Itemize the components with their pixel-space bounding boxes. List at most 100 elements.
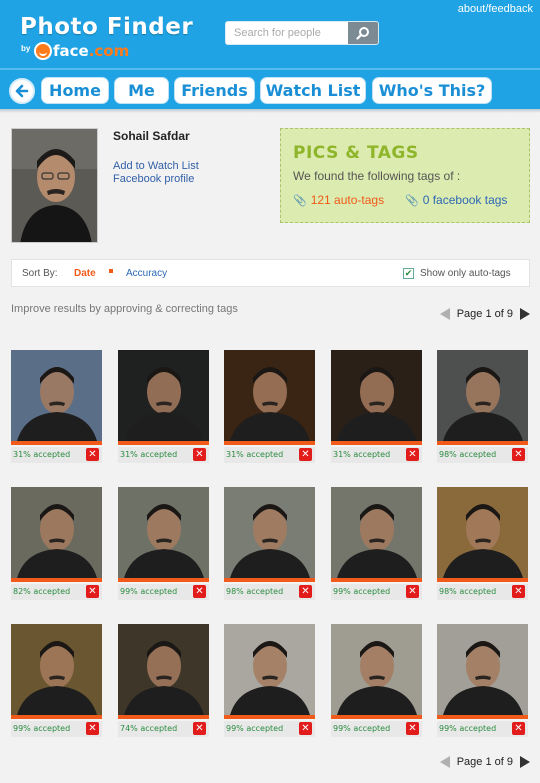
tag-bar — [224, 715, 315, 719]
tag-status: 99% accepted ✕ — [11, 721, 102, 737]
photo-tile[interactable]: 31% accepted ✕ — [224, 350, 315, 465]
nav-whos-this[interactable]: Who's This? — [372, 77, 492, 104]
tagged-photo[interactable] — [118, 624, 209, 715]
photo-tile[interactable]: 99% accepted ✕ — [11, 624, 102, 739]
back-button[interactable] — [9, 78, 35, 104]
tag-bar — [11, 578, 102, 582]
tag-bar — [11, 441, 102, 445]
photo-tile[interactable]: 99% accepted ✕ — [437, 624, 528, 739]
tag-bar — [11, 715, 102, 719]
sort-date-option[interactable]: Date — [74, 268, 96, 279]
tag-bar — [437, 578, 528, 582]
photo-tile[interactable]: 98% accepted ✕ — [437, 350, 528, 465]
reject-tag-button[interactable]: ✕ — [299, 722, 312, 735]
nav-friends[interactable]: Friends — [174, 77, 255, 104]
profile-avatar — [11, 128, 98, 243]
tagged-photo[interactable] — [118, 487, 209, 578]
auto-tags-link[interactable]: 📎 121 auto-tags — [293, 193, 384, 207]
reject-tag-button[interactable]: ✕ — [193, 585, 206, 598]
tag-bar — [331, 578, 422, 582]
photo-tile[interactable]: 31% accepted ✕ — [11, 350, 102, 465]
tag-bar — [118, 578, 209, 582]
next-page-icon[interactable] — [520, 756, 530, 768]
nav-home[interactable]: Home — [41, 77, 109, 104]
tag-bar — [437, 715, 528, 719]
prev-page-icon[interactable] — [439, 756, 450, 768]
add-to-watch-list-link[interactable]: Add to Watch List — [113, 160, 199, 172]
tagged-photo[interactable] — [11, 350, 102, 441]
tagged-photo[interactable] — [331, 624, 422, 715]
app-title: Photo Finder — [20, 14, 194, 40]
tagged-photo[interactable] — [11, 487, 102, 578]
tag-status: 99% accepted ✕ — [437, 721, 528, 737]
tag-status: 98% accepted ✕ — [224, 584, 315, 600]
reject-tag-button[interactable]: ✕ — [512, 722, 525, 735]
brand-name: face — [53, 41, 89, 60]
tag-status: 31% accepted ✕ — [118, 447, 209, 463]
reject-tag-button[interactable]: ✕ — [299, 585, 312, 598]
tag-bar — [224, 441, 315, 445]
reject-tag-button[interactable]: ✕ — [406, 722, 419, 735]
reject-tag-button[interactable]: ✕ — [86, 585, 99, 598]
tag-status: 31% accepted ✕ — [11, 447, 102, 463]
sort-accuracy-option[interactable]: Accuracy — [126, 268, 167, 279]
prev-page-icon[interactable] — [439, 308, 450, 320]
tagged-photo[interactable] — [331, 487, 422, 578]
reject-tag-button[interactable]: ✕ — [512, 585, 525, 598]
reject-tag-button[interactable]: ✕ — [193, 448, 206, 461]
search-icon — [356, 27, 369, 40]
reject-tag-button[interactable]: ✕ — [86, 448, 99, 461]
tag-status: 98% accepted ✕ — [437, 447, 528, 463]
photo-tile[interactable]: 99% accepted ✕ — [224, 624, 315, 739]
accepted-label: 31% accepted — [120, 450, 178, 459]
face-logo-text: face.com — [53, 42, 129, 60]
photo-tile[interactable]: 74% accepted ✕ — [118, 624, 209, 739]
brand-tld: .com — [88, 41, 130, 60]
tagged-photo[interactable] — [11, 624, 102, 715]
tagged-photo[interactable] — [437, 350, 528, 441]
paperclip-icon: 📎 — [405, 194, 419, 207]
reject-tag-button[interactable]: ✕ — [406, 448, 419, 461]
show-only-auto-tags-checkbox[interactable]: ✔ — [403, 268, 414, 279]
tagged-photo[interactable] — [224, 624, 315, 715]
reject-tag-button[interactable]: ✕ — [193, 722, 206, 735]
nav-watch-list[interactable]: Watch List — [260, 77, 366, 104]
next-page-icon[interactable] — [520, 308, 530, 320]
facebook-tags-link[interactable]: 📎 0 facebook tags — [405, 193, 507, 207]
about-feedback-link[interactable]: about/feedback — [458, 3, 533, 15]
tagged-photo[interactable] — [224, 350, 315, 441]
photo-tile[interactable]: 99% accepted ✕ — [331, 487, 422, 602]
search-button[interactable] — [348, 22, 378, 44]
reject-tag-button[interactable]: ✕ — [86, 722, 99, 735]
nav-me[interactable]: Me — [114, 77, 169, 104]
accepted-label: 99% accepted — [120, 587, 178, 596]
tagged-photo[interactable] — [224, 487, 315, 578]
accepted-label: 99% accepted — [333, 724, 391, 733]
reject-tag-button[interactable]: ✕ — [406, 585, 419, 598]
photo-tile[interactable]: 82% accepted ✕ — [11, 487, 102, 602]
tag-status: 99% accepted ✕ — [118, 584, 209, 600]
photo-tile[interactable]: 99% accepted ✕ — [118, 487, 209, 602]
tagged-photo[interactable] — [437, 487, 528, 578]
search-input[interactable] — [226, 22, 349, 44]
accepted-label: 31% accepted — [333, 450, 391, 459]
reject-tag-button[interactable]: ✕ — [299, 448, 312, 461]
pics-tags-panel: PICS & TAGS We found the following tags … — [280, 128, 530, 223]
arrow-left-icon — [15, 84, 29, 98]
tagged-photo[interactable] — [118, 350, 209, 441]
tag-status: 82% accepted ✕ — [11, 584, 102, 600]
photo-tile[interactable]: 31% accepted ✕ — [331, 350, 422, 465]
tagged-photo[interactable] — [331, 350, 422, 441]
improve-results-hint: Improve results by approving & correctin… — [11, 303, 238, 315]
accepted-label: 31% accepted — [226, 450, 284, 459]
reject-tag-button[interactable]: ✕ — [512, 448, 525, 461]
photo-tile[interactable]: 31% accepted ✕ — [118, 350, 209, 465]
photo-tile[interactable]: 98% accepted ✕ — [224, 487, 315, 602]
photo-tile[interactable]: 98% accepted ✕ — [437, 487, 528, 602]
tag-status: 74% accepted ✕ — [118, 721, 209, 737]
tag-status: 98% accepted ✕ — [437, 584, 528, 600]
photo-tile[interactable]: 99% accepted ✕ — [331, 624, 422, 739]
facebook-profile-link[interactable]: Facebook profile — [113, 173, 194, 185]
sort-by-label: Sort By: — [22, 268, 58, 279]
tagged-photo[interactable] — [437, 624, 528, 715]
